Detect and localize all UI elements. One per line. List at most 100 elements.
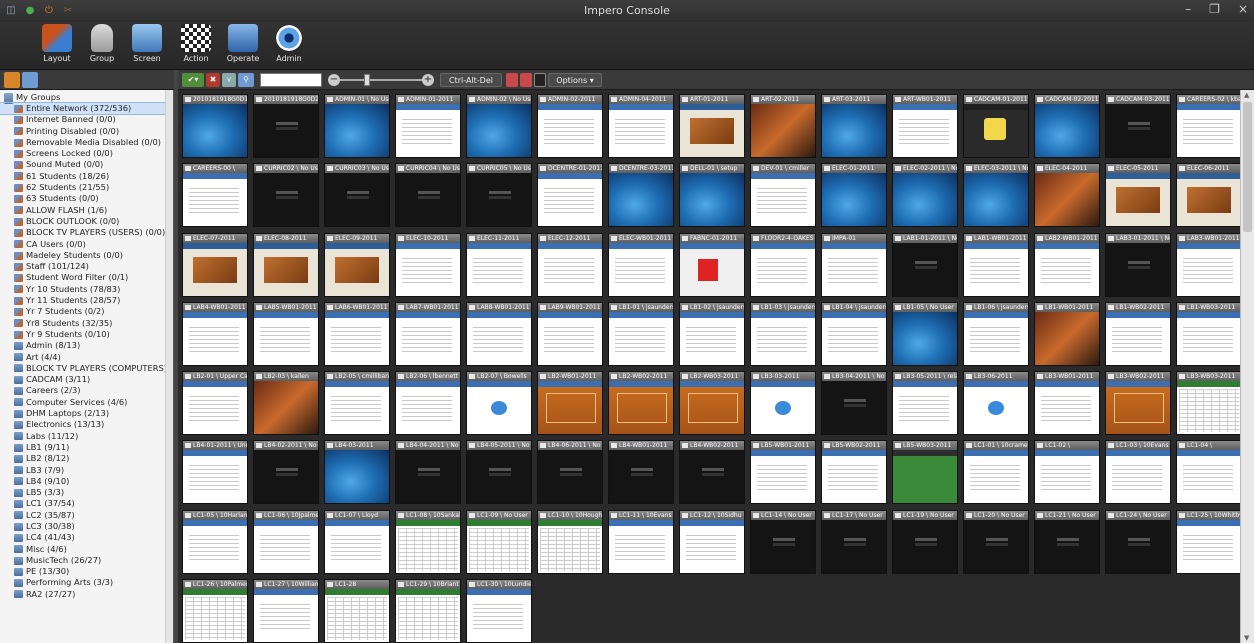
computer-thumbnail[interactable]: LB1-WB03-2011 (1176, 301, 1240, 366)
computer-thumbnail[interactable]: ELEC-09-2011 (324, 232, 390, 297)
computer-thumbnail[interactable]: LC1-19 \ No User (892, 509, 958, 574)
computer-thumbnail[interactable]: LB5-WB01-2011 (750, 440, 816, 505)
computer-thumbnail[interactable]: LB2-WB01-2011 (537, 371, 603, 435)
computer-thumbnail[interactable]: LB1-04 \ jsaunders (821, 301, 887, 366)
group-item[interactable]: Entire Network (372/536) (0, 101, 173, 116)
computer-thumbnail[interactable]: ADMIN-01 \ No User (324, 94, 390, 158)
computer-thumbnail[interactable]: LC1-28 (324, 578, 390, 643)
group-item[interactable]: LB3 (7/9) (0, 465, 173, 476)
operate-button[interactable]: Operate (220, 24, 266, 68)
group-item[interactable]: 61 Students (18/26) (0, 171, 173, 182)
computer-thumbnail[interactable]: LC1-17 \ No User (821, 509, 887, 574)
unblock-icon[interactable] (520, 73, 532, 87)
group-button[interactable]: Group (79, 24, 125, 68)
group-item[interactable]: BLOCK OUTLOOK (0/0) (0, 216, 173, 227)
computer-thumbnail[interactable]: CAREERS-00 \ (182, 163, 248, 228)
computer-thumbnail[interactable]: ART-01-2011 (679, 94, 745, 158)
computer-thumbnail[interactable]: LB4-WB01-2011 (608, 440, 674, 505)
computer-thumbnail[interactable]: LB4-02-2011 \ No (253, 440, 319, 505)
computer-thumbnail[interactable]: DELL-01 \ setup (679, 163, 745, 228)
group-item[interactable]: Yr 9 Students (0/10) (0, 329, 173, 340)
computer-thumbnail[interactable]: CADCAM-03-2011 (1105, 94, 1171, 158)
computer-thumbnail[interactable]: ELEC-10-2011 (395, 232, 461, 297)
group-item[interactable]: Misc (4/6) (0, 544, 173, 555)
computer-thumbnail[interactable]: LB4-01-2011 \ Unnw (182, 440, 248, 505)
computer-thumbnail[interactable]: LB5-WB02-2011 (821, 440, 887, 505)
group-item[interactable]: Student Word Filter (0/1) (0, 272, 173, 283)
computer-thumbnail[interactable]: LB3-04-2011 \ No (821, 371, 887, 435)
group-item[interactable]: LC1 (37/54) (0, 498, 173, 509)
computer-thumbnail[interactable]: ELEC-WB01-2011 (608, 232, 674, 297)
close-icon[interactable]: × (1238, 2, 1248, 16)
computer-thumbnail[interactable]: FABNC-01-2011 (679, 232, 745, 297)
computer-thumbnail[interactable]: LB3-05-2011 \ relay (892, 371, 958, 435)
computer-thumbnail[interactable]: ADMIN-04-2011 (608, 94, 674, 158)
computer-thumbnail[interactable]: LB3-WB02-2011 (1105, 371, 1171, 435)
computer-thumbnail[interactable]: LC1-10 \ 10Hough (537, 509, 603, 574)
group-item[interactable]: Yr8 Students (32/35) (0, 318, 173, 329)
deselect-icon[interactable]: ✖ (206, 73, 220, 87)
computer-thumbnail[interactable]: LB4-06-2011 \ No (537, 440, 603, 505)
group-item[interactable]: Performing Arts (3/3) (0, 577, 173, 588)
layout-button[interactable]: Layout (34, 24, 80, 68)
computer-thumbnail[interactable]: LAB1-WB01-2011 (963, 232, 1029, 297)
filter-icon[interactable]: ⋎ (222, 73, 236, 87)
computer-thumbnail[interactable]: LAB1-01-2011 \ No (892, 232, 958, 297)
group-item[interactable]: Yr 10 Students (78/83) (0, 284, 173, 295)
group-item[interactable]: Labs (11/12) (0, 431, 173, 442)
computer-thumbnail[interactable]: LB5-WB03-2011 (892, 440, 958, 505)
computer-thumbnail[interactable]: IMPA-01 (821, 232, 887, 297)
search-input[interactable] (260, 73, 322, 87)
scroll-down-icon[interactable]: ▼ (1244, 634, 1252, 642)
computer-thumbnail[interactable]: CURRIC05 \ No User (466, 163, 532, 228)
thumbnail-scrollbar[interactable]: ▲ ▼ (1240, 90, 1254, 643)
computer-thumbnail[interactable]: ELEC-05-2011 (1105, 163, 1171, 228)
zoom-thumb[interactable] (364, 74, 370, 86)
group-item[interactable]: Internet Banned (0/0) (0, 114, 173, 125)
group-item[interactable]: LB5 (3/3) (0, 487, 173, 498)
group-item[interactable]: 63 Students (0/0) (0, 193, 173, 204)
group-item[interactable]: Sound Muted (0/0) (0, 159, 173, 170)
groups-scrollbar[interactable] (165, 90, 173, 643)
computer-thumbnail[interactable]: LC1-01 \ 10cramer (963, 440, 1029, 505)
group-item[interactable]: PE (13/30) (0, 566, 173, 577)
computer-thumbnail[interactable]: LB1-05 \ No User (892, 301, 958, 366)
computer-thumbnail[interactable]: ELEC-11-2011 (466, 232, 532, 297)
minimize-icon[interactable]: – (1185, 2, 1191, 16)
computer-thumbnail[interactable]: LC1-24 \ No User (1105, 509, 1171, 574)
group-item[interactable]: LB1 (9/11) (0, 442, 173, 453)
computer-thumbnail[interactable]: ELEC-12-2011 (537, 232, 603, 297)
computer-thumbnail[interactable]: ELEC-04-2011 (1034, 163, 1100, 228)
computer-thumbnail[interactable]: LC1-03 \ 10Evans (1105, 440, 1171, 505)
scroll-up-icon[interactable]: ▲ (1244, 91, 1252, 99)
group-item[interactable]: Computer Services (4/6) (0, 397, 173, 408)
computer-thumbnail[interactable]: LB2-WB03-2011 (679, 371, 745, 435)
computer-thumbnail[interactable]: CAREERS-02 \ kbarp (1176, 94, 1240, 158)
group-item[interactable]: DHM Laptops (2/13) (0, 408, 173, 419)
scroll-thumb[interactable] (1243, 102, 1252, 232)
computer-thumbnail[interactable]: LC1-25 \ 10Whitby (1176, 509, 1240, 574)
computer-thumbnail[interactable]: ELEC-01-2011 (821, 163, 887, 228)
computer-thumbnail[interactable]: ADMIN-01-2011 (395, 94, 461, 158)
add-group-icon[interactable] (4, 72, 20, 88)
computer-thumbnail[interactable]: ART-WB01-2011 (892, 94, 958, 158)
computer-thumbnail[interactable]: LB2-WB02-2011 (608, 371, 674, 435)
tree-root[interactable]: My Groups (0, 92, 173, 104)
computer-thumbnail[interactable]: LC1-06 \ 10Jpalmer (253, 509, 319, 574)
computer-thumbnail[interactable]: LB2-07 \ Bowells (466, 371, 532, 435)
group-item[interactable]: Electronics (13/13) (0, 419, 173, 430)
computer-thumbnail[interactable]: LC1-02 \ (1034, 440, 1100, 505)
group-item[interactable]: CADCAM (3/11) (0, 374, 173, 385)
computer-thumbnail[interactable]: LC1-30 \ 10Lundie (466, 578, 532, 643)
computer-thumbnail[interactable]: ADMIN-02-2011 (537, 94, 603, 158)
computer-thumbnail[interactable]: LC1-05 \ 10Harland (182, 509, 248, 574)
computer-thumbnail[interactable]: LC1-09 \ No User (466, 509, 532, 574)
computer-thumbnail[interactable]: LB1-02 \ jsaunders (679, 301, 745, 366)
computer-thumbnail[interactable]: LAB4-WB01-2011 (182, 301, 248, 366)
computer-thumbnail[interactable]: ELEC-07-2011 (182, 232, 248, 297)
group-item[interactable]: RA2 (27/27) (0, 589, 173, 600)
group-item[interactable]: Yr 7 Students (0/2) (0, 306, 173, 317)
computer-thumbnail[interactable]: LAB6-WB01-2011 (324, 301, 390, 366)
block-icon[interactable] (506, 73, 518, 87)
computer-thumbnail[interactable]: LB4-03-2011 (324, 440, 390, 505)
